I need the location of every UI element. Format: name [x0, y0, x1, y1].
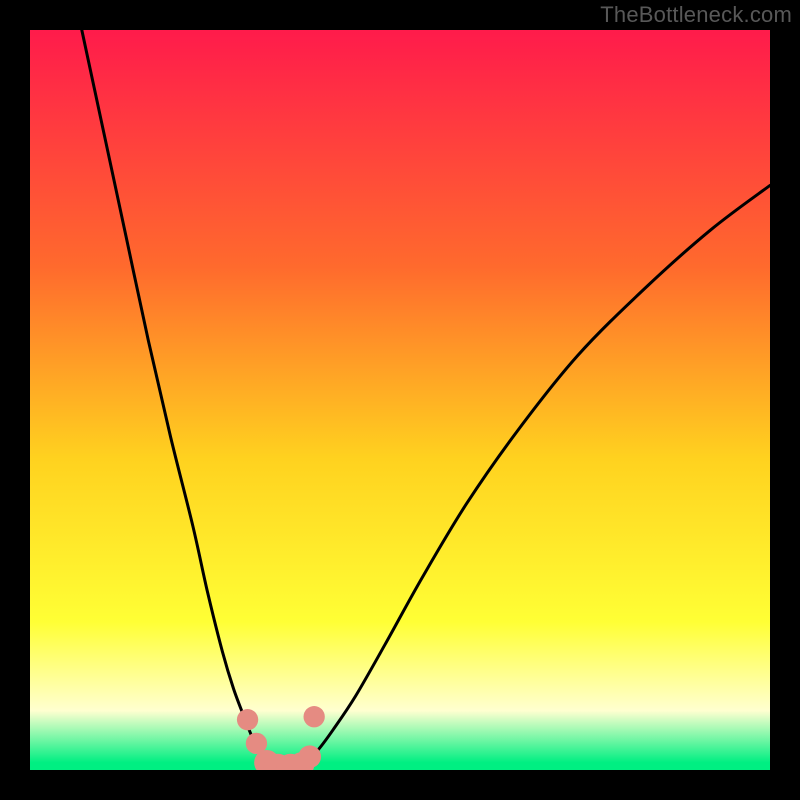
marker-dot: [298, 745, 321, 768]
chart-svg: [30, 30, 770, 770]
watermark-text: TheBottleneck.com: [600, 2, 792, 28]
chart-frame: TheBottleneck.com: [0, 0, 800, 800]
marker-dot: [304, 706, 325, 727]
marker-dot: [237, 709, 258, 730]
gradient-background: [30, 30, 770, 770]
plot-area: [30, 30, 770, 770]
